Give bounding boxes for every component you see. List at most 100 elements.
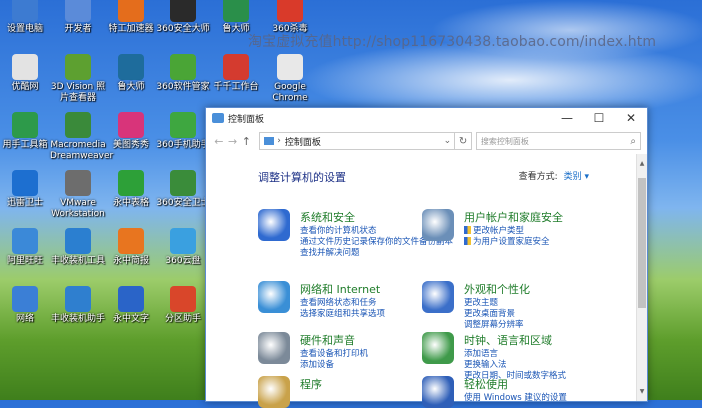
app-icon bbox=[170, 0, 196, 22]
category-link[interactable]: 为用户设置家庭安全 bbox=[464, 235, 550, 247]
view-by-dropdown[interactable]: 类别 ▾ bbox=[564, 172, 589, 182]
category-link[interactable]: 选择家庭组和共享选项 bbox=[300, 307, 385, 319]
cloud bbox=[430, 0, 702, 60]
shield-icon[interactable] bbox=[258, 209, 290, 241]
desktop-icon[interactable]: 丰收装机工具 bbox=[50, 228, 106, 267]
desktop-icon[interactable]: 360云盘 bbox=[155, 228, 211, 267]
back-button[interactable]: ← bbox=[212, 135, 226, 148]
desktop-icon[interactable]: 鲁大师 bbox=[103, 54, 159, 93]
users-icon[interactable] bbox=[422, 209, 454, 241]
desktop-icon[interactable]: 优酷网 bbox=[0, 54, 53, 93]
up-button[interactable]: ↑ bbox=[239, 135, 253, 148]
desktop-icon-label: 特工加速器 bbox=[108, 24, 154, 34]
app-icon bbox=[12, 170, 38, 196]
app-icon bbox=[170, 228, 196, 254]
desktop-icon-label: 丰收装机助手 bbox=[50, 314, 105, 324]
app-icon bbox=[118, 54, 144, 80]
app-icon bbox=[223, 54, 249, 80]
ease-icon[interactable] bbox=[422, 376, 454, 408]
desktop-icon-label: 设置电脑 bbox=[6, 24, 43, 34]
desktop-icon-label: 鲁大师 bbox=[222, 24, 250, 34]
scrollbar[interactable]: ▲ ▼ bbox=[636, 154, 647, 401]
desktop-icon[interactable]: 网络 bbox=[0, 286, 53, 325]
app-icon bbox=[65, 228, 91, 254]
desktop-icon[interactable]: 分区助手 bbox=[155, 286, 211, 325]
printer-icon[interactable] bbox=[258, 332, 290, 364]
desktop-icon[interactable]: 永中简报 bbox=[103, 228, 159, 267]
desktop-icon[interactable]: 千千工作台 bbox=[208, 54, 264, 93]
scroll-down-button[interactable]: ▼ bbox=[637, 388, 647, 395]
desktop-icon-label: 网络 bbox=[15, 314, 34, 324]
app-icon bbox=[170, 170, 196, 196]
control-panel-icon bbox=[212, 113, 224, 123]
appearance-icon[interactable] bbox=[422, 281, 454, 313]
app-icon bbox=[170, 54, 196, 80]
desktop-icon[interactable]: 360手机助手 bbox=[155, 112, 211, 151]
app-icon bbox=[223, 0, 249, 22]
desktop-icon-label: 鲁大师 bbox=[117, 82, 145, 92]
app-icon bbox=[65, 0, 91, 22]
scroll-up-button[interactable]: ▲ bbox=[637, 160, 647, 167]
title-bar[interactable]: 控制面板 — ☐ ✕ bbox=[206, 108, 647, 128]
desktop-icon[interactable]: Macromedia Dreamweaver bbox=[50, 112, 113, 162]
link-text: 查找并解决问题 bbox=[300, 248, 360, 258]
search-placeholder: 搜索控制面板 bbox=[480, 136, 529, 146]
desktop-icon[interactable]: 阿里旺旺 bbox=[0, 228, 53, 267]
desktop-icon[interactable]: 迅雷卫士 bbox=[0, 170, 53, 209]
desktop-icon[interactable]: VMware Workstation bbox=[50, 170, 106, 220]
desktop-icon[interactable]: 3D Vision 照片查看器 bbox=[50, 54, 106, 104]
minimize-button[interactable]: — bbox=[551, 108, 583, 128]
desktop-icon[interactable]: 美图秀秀 bbox=[103, 112, 159, 151]
close-button[interactable]: ✕ bbox=[615, 108, 647, 128]
desktop-icon[interactable]: Google Chrome bbox=[262, 54, 318, 104]
category-title[interactable]: 系统和安全 bbox=[300, 209, 355, 225]
category-title[interactable]: 程序 bbox=[300, 376, 322, 392]
desktop-icon-label: 360安全大师 bbox=[156, 24, 210, 34]
network-icon[interactable] bbox=[258, 281, 290, 313]
desktop-icon[interactable]: 360安全大师 bbox=[155, 0, 211, 35]
scrollbar-thumb[interactable] bbox=[638, 178, 646, 308]
desktop-icon[interactable]: 360杀毒 bbox=[262, 0, 318, 35]
control-panel-window[interactable]: 控制面板 — ☐ ✕ ← → ↑ › 控制面板 ⌄ ↻ 搜索控制面板 ⌕ 调整计… bbox=[205, 107, 648, 408]
desktop-icon[interactable]: 丰收装机助手 bbox=[50, 286, 106, 325]
category-link[interactable]: 使用 Windows 建议的设置 bbox=[464, 391, 567, 403]
desktop-icon[interactable]: 设置电脑 bbox=[0, 0, 53, 35]
desktop-icon-label: 3D Vision 照片查看器 bbox=[50, 82, 106, 103]
category-title[interactable]: 网络和 Internet bbox=[300, 281, 380, 297]
desktop-icon-label: 360杀毒 bbox=[272, 24, 308, 34]
desktop-icon[interactable]: 永中文字 bbox=[103, 286, 159, 325]
view-by-label: 查看方式: bbox=[518, 172, 558, 182]
desktop-icon[interactable]: 鲁大师 bbox=[208, 0, 264, 35]
category-link[interactable]: 查找并解决问题 bbox=[300, 246, 360, 258]
app-icon bbox=[118, 112, 144, 138]
app-icon bbox=[65, 170, 91, 196]
maximize-button[interactable]: ☐ bbox=[583, 108, 615, 128]
app-icon bbox=[65, 54, 91, 80]
address-bar[interactable]: › 控制面板 ⌄ bbox=[259, 132, 456, 150]
category-title[interactable]: 轻松使用 bbox=[464, 376, 508, 392]
app-icon bbox=[118, 286, 144, 312]
forward-button[interactable]: → bbox=[226, 135, 240, 148]
programs-icon[interactable] bbox=[258, 376, 290, 408]
category-title[interactable]: 硬件和声音 bbox=[300, 332, 355, 348]
desktop-icon-label: 永中表格 bbox=[112, 198, 149, 208]
refresh-button[interactable]: ↻ bbox=[455, 132, 472, 150]
link-text: 选择家庭组和共享选项 bbox=[300, 309, 386, 319]
desktop-icon[interactable]: 360软件管家 bbox=[155, 54, 211, 93]
app-icon bbox=[12, 112, 38, 138]
category-title[interactable]: 用户帐户和家庭安全 bbox=[464, 209, 563, 225]
search-input[interactable]: 搜索控制面板 ⌕ bbox=[475, 132, 641, 150]
desktop-icon[interactable]: 特工加速器 bbox=[103, 0, 159, 35]
desktop-icon[interactable]: 用手工具箱 bbox=[0, 112, 53, 151]
category-link[interactable]: 调整屏幕分辨率 bbox=[464, 318, 524, 330]
desktop-icon[interactable]: 永中表格 bbox=[103, 170, 159, 209]
category-title[interactable]: 外观和个性化 bbox=[464, 281, 530, 297]
clock-icon[interactable] bbox=[422, 332, 454, 364]
desktop-icon[interactable]: 360安全卫士 bbox=[155, 170, 211, 209]
address-dropdown[interactable]: ⌄ bbox=[444, 136, 452, 146]
app-icon bbox=[277, 0, 303, 22]
link-text: 为用户设置家庭安全 bbox=[473, 237, 550, 247]
desktop-icon[interactable]: 开发者 bbox=[50, 0, 106, 35]
category-title[interactable]: 时钟、语言和区域 bbox=[464, 332, 552, 348]
category-link[interactable]: 添加设备 bbox=[300, 358, 334, 370]
